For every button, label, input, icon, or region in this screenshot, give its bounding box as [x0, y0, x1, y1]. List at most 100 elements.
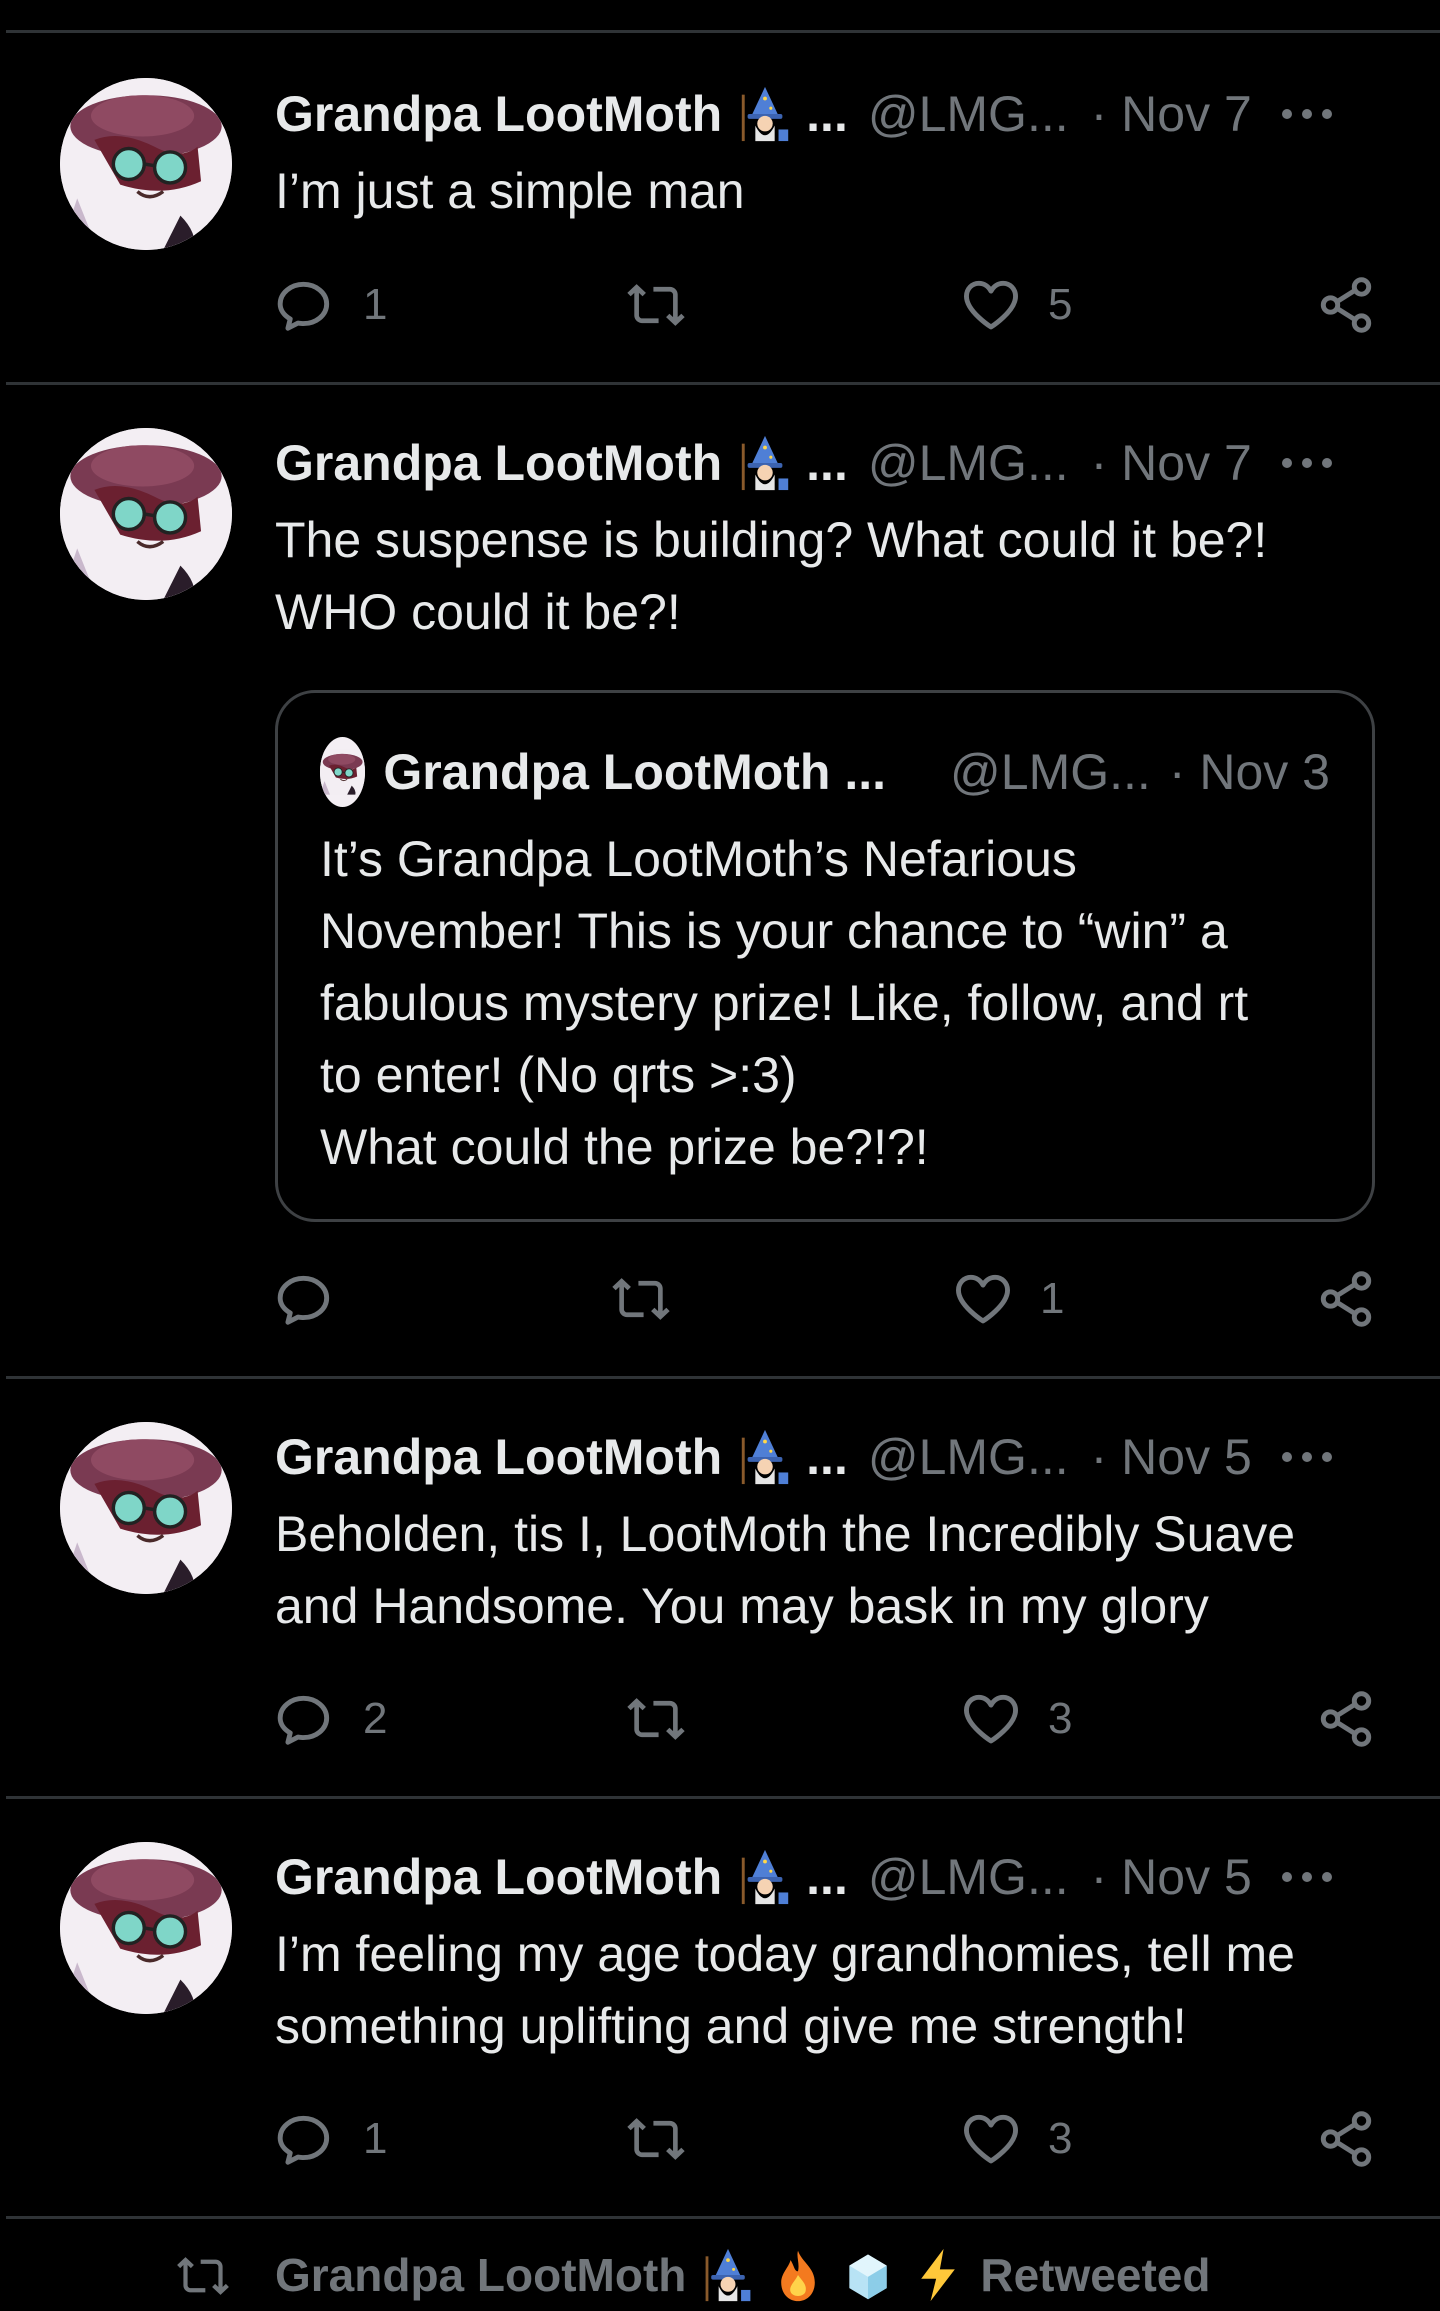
tweet-text: I’m feeling my age today grandhomies, te… — [275, 1926, 1295, 2054]
author-handle[interactable]: @LMG... — [868, 1428, 1069, 1486]
reply-button[interactable] — [275, 1264, 363, 1334]
share-icon — [1315, 274, 1377, 336]
retweeted-label: Retweeted — [980, 2249, 1211, 2301]
quoted-tweet-text: It’s Grandpa LootMoth’s Nefarious Novemb… — [320, 831, 1249, 1175]
tweet-text: Beholden, tis I, LootMoth the Incredibly… — [275, 1506, 1296, 1634]
tweet-date[interactable]: · Nov 7 — [1091, 85, 1252, 143]
retweeter-name[interactable]: Grandpa LootMoth — [275, 2248, 686, 2302]
reply-icon — [275, 2108, 337, 2170]
more-options-icon[interactable] — [1279, 453, 1335, 473]
like-button[interactable]: 3 — [960, 2104, 1072, 2174]
tweet-actions: 1 5 — [275, 270, 1385, 340]
quoted-avatar — [320, 737, 366, 807]
quoted-author-handle: @LMG... — [950, 744, 1151, 800]
avatar-image — [320, 737, 365, 807]
like-icon — [960, 274, 1022, 336]
tweet-header: Grandpa LootMoth ... @LMG... · Nov 7 — [275, 84, 1395, 144]
share-icon — [1315, 1688, 1377, 1750]
avatar-image — [60, 1842, 232, 2014]
retweet-icon — [625, 1688, 687, 1750]
like-icon — [960, 1688, 1022, 1750]
retweet-icon — [610, 1268, 672, 1330]
tweet-divider — [6, 2216, 1440, 2219]
reply-button[interactable]: 2 — [275, 1684, 387, 1754]
reply-count: 2 — [363, 1694, 388, 1743]
reply-button[interactable]: 1 — [275, 270, 387, 340]
name-ellipsis: ... — [806, 435, 848, 491]
more-options-icon[interactable] — [1279, 1867, 1335, 1887]
retweeted-text: Grandpa LootMoth Retweeted — [275, 2240, 1210, 2310]
tweet-header: Grandpa LootMoth ... @LMG... · Nov 7 — [275, 433, 1395, 493]
author-handle[interactable]: @LMG... — [868, 85, 1069, 143]
tweet-date[interactable]: · Nov 7 — [1091, 434, 1252, 492]
like-count: 5 — [1048, 280, 1073, 329]
wizard-emoji-icon — [736, 434, 794, 492]
like-icon — [960, 2108, 1022, 2170]
lightning-emoji-icon — [910, 2247, 966, 2303]
like-button[interactable]: 1 — [952, 1264, 1064, 1334]
share-button[interactable] — [1315, 1684, 1377, 1754]
author-name[interactable]: Grandpa LootMoth — [275, 1848, 722, 1906]
like-count: 3 — [1048, 1694, 1073, 1743]
author-handle[interactable]: @LMG... — [868, 1848, 1069, 1906]
avatar[interactable] — [60, 78, 232, 250]
reply-icon — [275, 1268, 337, 1330]
tweet-divider — [6, 1796, 1440, 1799]
retweet-icon — [625, 2108, 687, 2170]
avatar[interactable] — [60, 1842, 232, 2014]
reply-icon — [275, 1688, 337, 1750]
tweet-text: I’m just a simple man — [275, 163, 745, 219]
quoted-author-name: Grandpa LootMoth ... — [383, 744, 887, 800]
avatar-image — [60, 78, 232, 250]
author-name[interactable]: Grandpa LootMoth — [275, 85, 722, 143]
tweet-date[interactable]: · Nov 5 — [1091, 1848, 1252, 1906]
like-count: 3 — [1048, 2114, 1073, 2163]
author-name[interactable]: Grandpa LootMoth — [275, 1428, 722, 1486]
retweet-button[interactable] — [625, 2104, 687, 2174]
wizard-emoji-icon — [736, 1428, 794, 1486]
name-ellipsis: ... — [806, 1429, 848, 1485]
author-name[interactable]: Grandpa LootMoth — [275, 434, 722, 492]
tweet-actions: 2 3 — [275, 1684, 1385, 1754]
tweet-text: The suspense is building? What could it … — [275, 512, 1268, 640]
share-icon — [1315, 2108, 1377, 2170]
name-ellipsis: ... — [806, 1849, 848, 1905]
avatar[interactable] — [60, 1422, 232, 1594]
share-button[interactable] — [1315, 2104, 1377, 2174]
more-options-icon[interactable] — [1279, 1447, 1335, 1467]
like-icon — [952, 1268, 1014, 1330]
more-options-icon[interactable] — [1279, 104, 1335, 124]
like-count: 1 — [1040, 1274, 1065, 1323]
reply-count: 1 — [363, 2114, 388, 2163]
share-icon — [1315, 1268, 1377, 1330]
avatar[interactable] — [60, 428, 232, 600]
reply-icon — [275, 274, 337, 336]
retweet-icon — [175, 2248, 231, 2304]
quoted-tweet-date: · Nov 3 — [1168, 744, 1330, 800]
quoted-tweet-header: Grandpa LootMoth ... @LMG... · Nov 3 — [320, 737, 1330, 807]
wizard-emoji-icon — [736, 85, 794, 143]
share-button[interactable] — [1315, 270, 1377, 340]
avatar-image — [60, 1422, 232, 1594]
retweet-icon — [625, 274, 687, 336]
wizard-emoji-icon — [736, 1848, 794, 1906]
retweet-button[interactable] — [625, 270, 687, 340]
like-button[interactable]: 5 — [960, 270, 1072, 340]
name-ellipsis: ... — [806, 86, 848, 142]
quoted-tweet[interactable]: Grandpa LootMoth ... @LMG... · Nov 3 It’… — [275, 690, 1375, 1222]
retweeted-banner[interactable]: Grandpa LootMoth Retweeted — [0, 2240, 1440, 2310]
tweet-divider — [6, 382, 1440, 385]
ice-emoji-icon — [840, 2247, 896, 2303]
share-button[interactable] — [1315, 1264, 1377, 1334]
tweet-date[interactable]: · Nov 5 — [1091, 1428, 1252, 1486]
reply-button[interactable]: 1 — [275, 2104, 387, 2174]
avatar-image — [60, 428, 232, 600]
like-button[interactable]: 3 — [960, 1684, 1072, 1754]
fire-emoji-icon — [770, 2247, 826, 2303]
tweet-actions: 1 — [275, 1264, 1385, 1334]
retweet-button[interactable] — [610, 1264, 672, 1334]
retweet-button[interactable] — [625, 1684, 687, 1754]
tweet-divider — [6, 1376, 1440, 1379]
author-handle[interactable]: @LMG... — [868, 434, 1069, 492]
tweet-actions: 1 3 — [275, 2104, 1385, 2174]
